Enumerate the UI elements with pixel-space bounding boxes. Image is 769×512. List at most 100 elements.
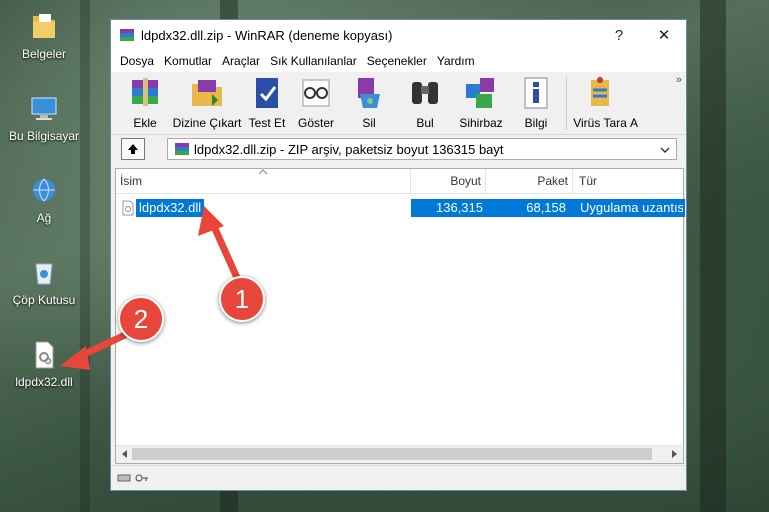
file-type: Uygulama uzantısı xyxy=(580,200,683,215)
column-type[interactable]: Tür xyxy=(573,169,683,193)
file-name: ldpdx32.dll xyxy=(136,199,205,217)
toolbar-label: Göster xyxy=(297,116,334,130)
desktop-icon-recycle-bin[interactable]: Çöp Kutusu xyxy=(9,256,79,307)
desktop-icon-network[interactable]: Ağ xyxy=(9,174,79,225)
info-icon xyxy=(524,77,548,109)
window-title: ldpdx32.dll.zip - WinRAR (deneme kopyası… xyxy=(141,27,393,43)
step-badge-number: 2 xyxy=(133,303,149,334)
help-label: ? xyxy=(614,26,624,44)
column-name[interactable]: İsim xyxy=(116,169,411,193)
computer-icon xyxy=(27,92,61,126)
desktop-icon-label: Çöp Kutusu xyxy=(12,293,76,307)
test-button[interactable]: Test Et xyxy=(243,74,291,130)
column-packed-label: Paket xyxy=(537,174,568,188)
folder-icon xyxy=(27,10,61,44)
toolbar-label: Virüs Tara xyxy=(573,116,627,130)
table-row[interactable]: ldpdx32.dll xyxy=(120,199,205,217)
dll-file-icon xyxy=(122,200,134,216)
desktop-icon-label: Bu Bilgisayar xyxy=(9,129,80,143)
column-packed[interactable]: Paket xyxy=(486,169,573,193)
wizard-button[interactable]: Sihirbaz xyxy=(453,74,509,130)
toolbar-overflow-chevron[interactable]: » xyxy=(676,74,682,86)
address-bar: ldpdx32.dll.zip - ZIP arşiv, paketsiz bo… xyxy=(111,135,686,163)
virus-scan-button[interactable]: Virüs Tara xyxy=(570,74,630,130)
close-icon: ✕ xyxy=(657,27,671,44)
network-globe-icon xyxy=(27,174,61,208)
drive-icon[interactable] xyxy=(117,473,131,483)
toolbar-label: Bul xyxy=(416,116,434,130)
glasses-icon xyxy=(302,79,330,107)
step-badge-2: 2 xyxy=(118,296,164,342)
status-bar xyxy=(111,465,686,490)
toolbar-label: Sihirbaz xyxy=(459,116,503,130)
chevron-down-icon xyxy=(660,147,670,153)
recycle-bin-icon xyxy=(27,256,61,290)
delete-button[interactable]: Sil xyxy=(341,74,397,130)
toolbar-more-button[interactable]: A xyxy=(630,74,644,130)
menu-bar: Dosya Komutlar Araçlar Sık Kullanılanlar… xyxy=(111,50,686,72)
step-badge-1: 1 xyxy=(219,276,265,322)
menu-dosya[interactable]: Dosya xyxy=(115,54,159,68)
toolbar-label: Dizine Çıkart xyxy=(172,116,242,130)
toolbar-label: A xyxy=(630,116,639,130)
desktop-icon-dll-file[interactable]: ldpdx32.dll xyxy=(9,338,79,389)
address-path: ldpdx32.dll.zip - ZIP arşiv, paketsiz bo… xyxy=(194,141,504,157)
column-name-label: İsim xyxy=(120,174,142,188)
find-button[interactable]: Bul xyxy=(397,74,453,130)
menu-komutlar[interactable]: Komutlar xyxy=(159,54,217,68)
column-header: İsim Boyut Paket Tür xyxy=(116,169,683,194)
up-folder-button[interactable] xyxy=(121,138,145,160)
desktop-icon-this-pc[interactable]: Bu Bilgisayar xyxy=(9,92,79,143)
menu-araclar[interactable]: Araçlar xyxy=(217,54,265,68)
desktop-icon-label: ldpdx32.dll xyxy=(15,375,73,389)
winrar-app-icon xyxy=(120,29,134,41)
address-combobox[interactable]: ldpdx32.dll.zip - ZIP arşiv, paketsiz bo… xyxy=(167,138,677,160)
folder-extract-icon xyxy=(192,80,222,106)
column-size[interactable]: Boyut xyxy=(411,169,486,193)
desktop-icon-label: Ağ xyxy=(36,211,52,225)
close-button[interactable]: ✕ xyxy=(642,20,686,50)
menu-secenekler[interactable]: Seçenekler xyxy=(362,54,432,68)
key-icon[interactable] xyxy=(135,473,149,483)
toolbar-label: Bilgi xyxy=(524,116,548,130)
scrollbar-thumb[interactable] xyxy=(132,448,652,460)
desktop-icon-documents[interactable]: Belgeler xyxy=(9,10,79,61)
archive-icon xyxy=(175,143,189,155)
background-tree xyxy=(700,0,726,512)
title-bar[interactable]: ldpdx32.dll.zip - WinRAR (deneme kopyası… xyxy=(111,20,686,50)
virus-scan-icon xyxy=(591,77,609,106)
dll-file-icon xyxy=(27,338,61,372)
desktop-icon-label: Belgeler xyxy=(21,47,67,61)
winrar-window: ldpdx32.dll.zip - WinRAR (deneme kopyası… xyxy=(110,19,687,491)
help-button[interactable]: ? xyxy=(597,20,641,50)
step-badge-number: 1 xyxy=(234,283,250,314)
binoculars-icon xyxy=(412,82,438,104)
arrow-up-icon xyxy=(128,144,138,154)
menu-yardim[interactable]: Yardım xyxy=(432,54,480,68)
toolbar-separator xyxy=(566,76,567,130)
column-type-label: Tür xyxy=(579,174,597,188)
toolbar-label: Sil xyxy=(362,116,376,130)
file-packed: 68,158 xyxy=(526,200,566,215)
wizard-icon xyxy=(466,78,494,108)
menu-sik-kullanilanlar[interactable]: Sık Kullanılanlar xyxy=(265,54,362,68)
scroll-right-icon xyxy=(672,450,677,458)
background-tree xyxy=(80,0,90,512)
toolbar: Ekle Dizine Çıkart Test Et Göster Sil Bu… xyxy=(111,72,686,135)
add-button[interactable]: Ekle xyxy=(119,74,171,130)
extract-button[interactable]: Dizine Çıkart xyxy=(171,74,243,130)
view-button[interactable]: Göster xyxy=(291,74,341,130)
sort-ascending-icon xyxy=(258,169,268,175)
check-book-icon xyxy=(256,78,278,108)
toolbar-icon-cut xyxy=(630,74,640,112)
file-size: 136,315 xyxy=(436,200,483,215)
file-list: İsim Boyut Paket Tür ldpdx32.dll 136,315… xyxy=(115,168,685,464)
scroll-left-icon xyxy=(122,450,127,458)
delete-icon xyxy=(358,78,380,108)
books-icon xyxy=(132,78,158,106)
info-button[interactable]: Bilgi xyxy=(509,74,563,130)
horizontal-scrollbar[interactable] xyxy=(116,445,683,463)
column-size-label: Boyut xyxy=(450,174,481,188)
toolbar-label: Ekle xyxy=(133,116,157,130)
toolbar-label: Test Et xyxy=(248,116,286,130)
